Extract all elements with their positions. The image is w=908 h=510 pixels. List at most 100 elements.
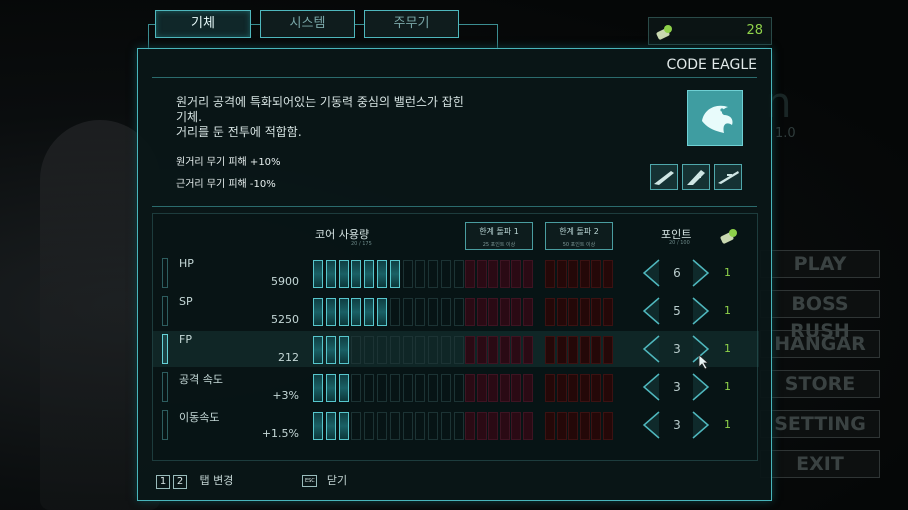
increase-arrow-icon[interactable] (691, 372, 711, 402)
core-bar-empty (453, 298, 464, 326)
limit-break-1-bar (488, 260, 498, 288)
limit-break-1-bar (465, 412, 475, 440)
limit-break-2-bar (556, 412, 567, 440)
credits-display: 28 (648, 17, 772, 45)
decrease-arrow-icon[interactable] (641, 296, 661, 326)
limit-break-1-bar (488, 336, 498, 364)
core-bar-empty (415, 260, 426, 288)
stat-points: 3 (673, 380, 681, 394)
core-bar-empty (402, 260, 413, 288)
decrease-arrow-icon[interactable] (641, 334, 661, 364)
limit-break-2-bar (602, 336, 613, 364)
limit-break-2-bar (591, 412, 601, 440)
limit-break-1-bar (488, 298, 498, 326)
core-bar-empty (402, 412, 413, 440)
limit-break-2-title: 한계 돌파 2 (559, 227, 599, 236)
menu-setting-button[interactable]: SETTING (760, 410, 880, 438)
limit-break-1-sub: 25 포인트 이상 (482, 242, 516, 248)
eagle-emblem-icon (687, 90, 743, 146)
limit-break-1-header: 한계 돌파 1 25 포인트 이상 (465, 222, 533, 250)
upgrade-cost: 1 (724, 342, 731, 355)
increase-arrow-icon[interactable] (691, 258, 711, 288)
tab-mech[interactable]: 기체 (155, 10, 251, 38)
limit-break-2-bar (602, 260, 613, 288)
core-bar-filled (338, 260, 349, 288)
menu-boss-rush-button[interactable]: BOSS RUSH (760, 290, 880, 342)
core-bar-empty (428, 412, 439, 440)
stat-row[interactable]: 이동속도 +1.5% 3 1 (153, 407, 759, 443)
core-usage-label: 코어 사용량 (315, 228, 370, 241)
launcher-icon[interactable] (682, 164, 710, 190)
modifier-melee: 근거리 무기 피해 -10% (176, 179, 276, 190)
core-bar-empty (377, 336, 387, 364)
core-bar-empty (351, 412, 362, 440)
core-bar-empty (441, 298, 451, 326)
limit-break-2-bar (568, 336, 578, 364)
limit-break-2-bar (579, 260, 590, 288)
limit-break-1-bar (499, 374, 510, 402)
description-line: 원거리 공격에 특화되어있는 기동력 중심의 밸런스가 잡힌 (176, 95, 464, 109)
footer-hints: 12 탭 변경 ESC 닫기 (156, 472, 347, 489)
tab-system[interactable]: 시스템 (260, 10, 355, 38)
limit-break-1-bar (476, 374, 487, 402)
divider (152, 77, 757, 78)
sniper-icon[interactable] (714, 164, 742, 190)
limit-break-2-bar (591, 374, 601, 402)
core-bar-empty (441, 260, 451, 288)
decrease-arrow-icon[interactable] (641, 258, 661, 288)
core-bar-empty (415, 374, 426, 402)
close-label[interactable]: 닫기 (327, 474, 347, 487)
core-bar-empty (364, 412, 375, 440)
core-bar-filled (325, 298, 336, 326)
core-bar-empty (428, 260, 439, 288)
stat-value: 212 (278, 351, 299, 364)
limit-break-2-bar (556, 260, 567, 288)
limit-break-2-bar (579, 374, 590, 402)
core-bar-filled (364, 260, 375, 288)
credit-chip-icon (720, 229, 737, 244)
limit-break-1-title: 한계 돌파 1 (479, 227, 519, 236)
core-bar-empty (453, 412, 464, 440)
stat-points: 6 (673, 266, 681, 280)
limit-break-1-bar (465, 260, 475, 288)
version-label: 1.0 (775, 126, 796, 141)
esc-key-icon[interactable]: ESC (302, 475, 318, 487)
stat-row[interactable]: HP 5900 6 1 (153, 255, 759, 291)
tab-main-weapon[interactable]: 주무기 (364, 10, 459, 38)
limit-break-1-bar (476, 336, 487, 364)
description-line: 거리를 둔 전투에 적합함. (176, 125, 302, 139)
key-1-icon: 1 (156, 475, 170, 489)
core-bar-filled (313, 412, 323, 440)
menu-hangar-button[interactable]: HANGAR (760, 330, 880, 358)
credits-value: 28 (746, 23, 763, 38)
core-bar-filled (389, 260, 400, 288)
stat-name: HP (179, 257, 194, 270)
rifle-icon[interactable] (650, 164, 678, 190)
menu-play-button[interactable]: PLAY (760, 250, 880, 278)
stat-row[interactable]: FP 212 3 1 (153, 331, 759, 367)
menu-store-button[interactable]: STORE (760, 370, 880, 398)
limit-break-1-bar (522, 260, 533, 288)
core-bar-empty (415, 412, 426, 440)
stat-row[interactable]: SP 5250 5 1 (153, 293, 759, 329)
credit-chip-icon (656, 25, 672, 40)
increase-arrow-icon[interactable] (691, 410, 711, 440)
core-bar-empty (377, 412, 387, 440)
core-bar-empty (364, 336, 375, 364)
core-bar-empty (402, 374, 413, 402)
core-bar-empty (364, 374, 375, 402)
limit-break-2-bar (568, 260, 578, 288)
stat-row[interactable]: 공격 속도 +3% 3 1 (153, 369, 759, 405)
core-bar-filled (338, 374, 349, 402)
decrease-arrow-icon[interactable] (641, 372, 661, 402)
core-bar-empty (441, 336, 451, 364)
core-bar-filled (313, 336, 323, 364)
stat-name: 공격 속도 (179, 373, 223, 386)
limit-break-1-bar (511, 374, 521, 402)
stat-points: 3 (673, 418, 681, 432)
core-bar-empty (389, 336, 400, 364)
decrease-arrow-icon[interactable] (641, 410, 661, 440)
core-bar-filled (338, 412, 349, 440)
menu-exit-button[interactable]: EXIT (760, 450, 880, 478)
increase-arrow-icon[interactable] (691, 296, 711, 326)
